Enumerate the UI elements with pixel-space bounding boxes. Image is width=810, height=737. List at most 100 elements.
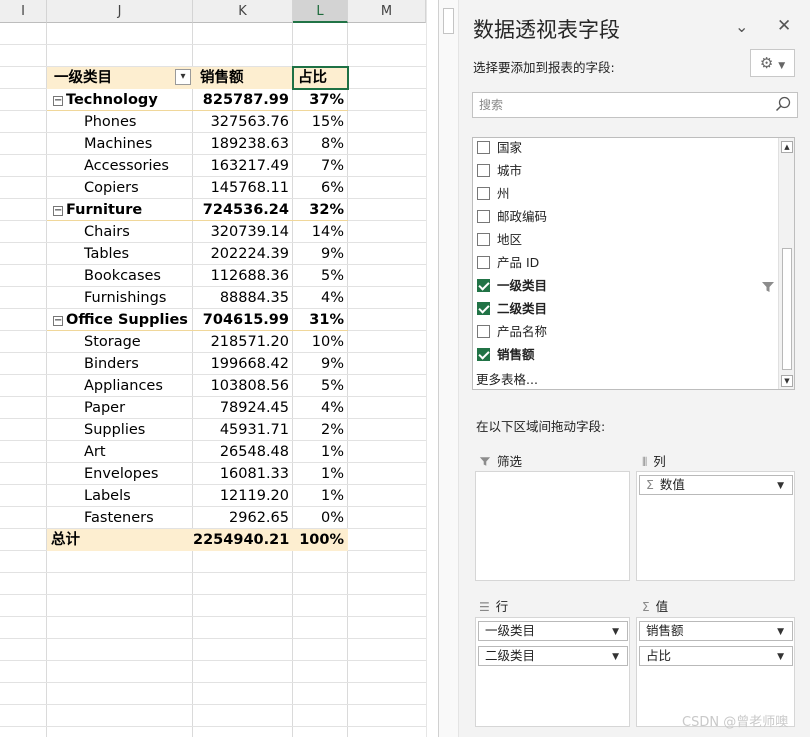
pivot-sales-value[interactable]: 189238.63 xyxy=(193,133,293,155)
pivot-item-label[interactable]: Appliances xyxy=(47,375,193,397)
grand-total-label[interactable]: 总计 xyxy=(47,529,193,551)
field-item[interactable]: 邮政编码 xyxy=(477,207,547,227)
dropdown-arrow-icon[interactable]: ▼ xyxy=(777,477,784,495)
pivot-sales-value[interactable]: 163217.49 xyxy=(193,155,293,177)
pivot-item-label[interactable]: Binders xyxy=(47,353,193,375)
pivot-sales-value[interactable]: 145768.11 xyxy=(193,177,293,199)
field-checkbox[interactable] xyxy=(477,164,490,177)
pivot-share-value[interactable]: 4% xyxy=(293,287,348,309)
pivot-share-value[interactable]: 1% xyxy=(293,485,348,507)
filter-drop-zone[interactable] xyxy=(475,471,630,581)
column-header-j[interactable]: J xyxy=(47,0,193,23)
pivot-share-value[interactable]: 4% xyxy=(293,397,348,419)
pivot-share-value[interactable]: 5% xyxy=(293,265,348,287)
pivot-sales-value[interactable]: 704615.99 xyxy=(193,309,293,331)
field-checkbox[interactable] xyxy=(477,210,490,223)
pivot-header-sales[interactable]: 销售额 xyxy=(193,67,293,89)
collapse-icon[interactable]: − xyxy=(53,316,63,326)
pivot-share-value[interactable]: 5% xyxy=(293,375,348,397)
pivot-share-value[interactable]: 6% xyxy=(293,177,348,199)
collapse-icon[interactable]: − xyxy=(53,96,63,106)
rows-item-level2[interactable]: 二级类目 ▼ xyxy=(478,646,628,666)
rows-item-level1[interactable]: 一级类目 ▼ xyxy=(478,621,628,641)
pivot-sales-value[interactable]: 26548.48 xyxy=(193,441,293,463)
field-item[interactable]: 国家 xyxy=(477,138,522,158)
pivot-share-value[interactable]: 31% xyxy=(293,309,348,331)
columns-drop-zone[interactable]: Σ 数值 ▼ xyxy=(636,471,795,581)
pivot-sales-value[interactable]: 825787.99 xyxy=(193,89,293,111)
column-header-l[interactable]: L xyxy=(293,0,348,23)
pivot-item-label[interactable]: Envelopes xyxy=(47,463,193,485)
field-checkbox[interactable] xyxy=(477,325,490,338)
scroll-up-arrow[interactable]: ▲ xyxy=(781,141,793,153)
field-checkbox[interactable] xyxy=(477,233,490,246)
pivot-item-label[interactable]: Fasteners xyxy=(47,507,193,529)
rows-drop-zone[interactable]: 一级类目 ▼ 二级类目 ▼ xyxy=(475,617,630,727)
pivot-item-label[interactable]: Labels xyxy=(47,485,193,507)
pivot-share-value[interactable]: 1% xyxy=(293,463,348,485)
field-list[interactable]: 国家 城市州邮政编码 地区 产品 ID 一级类目 二级类目 产品名称 销售额 更多表格... … xyxy=(472,137,795,390)
pivot-item-label[interactable]: Bookcases xyxy=(47,265,193,287)
splitter-handle[interactable] xyxy=(443,8,454,34)
close-icon[interactable]: ✕ xyxy=(777,16,791,36)
pivot-sales-value[interactable]: 16081.33 xyxy=(193,463,293,485)
pivot-item-label[interactable]: Machines xyxy=(47,133,193,155)
pivot-sales-value[interactable]: 724536.24 xyxy=(193,199,293,221)
pivot-share-value[interactable]: 8% xyxy=(293,133,348,155)
pivot-item-label[interactable]: Phones xyxy=(47,111,193,133)
pivot-share-value[interactable]: 7% xyxy=(293,155,348,177)
grand-total-sales[interactable]: 2254940.21 xyxy=(193,529,293,551)
pivot-sales-value[interactable]: 218571.20 xyxy=(193,331,293,353)
column-header-k[interactable]: K xyxy=(193,0,293,23)
field-item[interactable]: 产品 ID xyxy=(477,253,539,273)
row-label-filter-button[interactable]: ▾ xyxy=(175,69,191,85)
pivot-sales-value[interactable]: 320739.14 xyxy=(193,221,293,243)
pivot-sales-value[interactable]: 12119.20 xyxy=(193,485,293,507)
values-item-share[interactable]: 占比 ▼ xyxy=(639,646,793,666)
field-item[interactable]: 城市 xyxy=(477,161,522,181)
column-header-i[interactable]: I xyxy=(0,0,47,23)
pivot-sales-value[interactable]: 199668.42 xyxy=(193,353,293,375)
grand-total-share[interactable]: 100% xyxy=(293,529,348,551)
pivot-share-value[interactable]: 0% xyxy=(293,507,348,529)
pivot-item-label[interactable]: Tables xyxy=(47,243,193,265)
field-list-scrollbar[interactable]: ▲ ▼ xyxy=(778,138,794,389)
field-item[interactable]: 销售额 xyxy=(477,345,535,365)
column-header-m[interactable]: M xyxy=(348,0,426,23)
more-tables-link[interactable]: 更多表格... xyxy=(476,369,538,388)
pivot-item-label[interactable]: Storage xyxy=(47,331,193,353)
scroll-thumb[interactable] xyxy=(782,248,792,370)
pivot-sales-value[interactable]: 2962.65 xyxy=(193,507,293,529)
chevron-down-icon[interactable]: ⌄ xyxy=(735,17,748,36)
field-checkbox[interactable] xyxy=(477,187,490,200)
pivot-header-category[interactable]: 一级类目 xyxy=(47,67,193,89)
pivot-share-value[interactable]: 32% xyxy=(293,199,348,221)
field-checkbox[interactable] xyxy=(477,141,490,154)
pivot-item-label[interactable]: Copiers xyxy=(47,177,193,199)
field-checkbox[interactable] xyxy=(477,279,490,292)
field-checkbox[interactable] xyxy=(477,256,490,269)
pivot-item-label[interactable]: Furnishings xyxy=(47,287,193,309)
field-item[interactable]: 地区 xyxy=(477,230,522,250)
field-item[interactable]: 二级类目 xyxy=(477,299,547,319)
dropdown-arrow-icon[interactable]: ▼ xyxy=(777,623,784,641)
pivot-share-value[interactable]: 10% xyxy=(293,331,348,353)
tools-button[interactable]: ⚙ ▼ xyxy=(750,49,795,77)
pivot-group-label[interactable]: − Technology xyxy=(47,89,193,111)
pivot-sales-value[interactable]: 327563.76 xyxy=(193,111,293,133)
pivot-group-label[interactable]: − Office Supplies xyxy=(47,309,193,331)
pivot-item-label[interactable]: Chairs xyxy=(47,221,193,243)
pivot-share-value[interactable]: 37% xyxy=(293,89,348,111)
pivot-share-value[interactable]: 1% xyxy=(293,441,348,463)
pivot-sales-value[interactable]: 45931.71 xyxy=(193,419,293,441)
pivot-sales-value[interactable]: 88884.35 xyxy=(193,287,293,309)
pivot-item-label[interactable]: Supplies xyxy=(47,419,193,441)
pivot-share-value[interactable]: 9% xyxy=(293,243,348,265)
dropdown-arrow-icon[interactable]: ▼ xyxy=(612,648,619,666)
pivot-item-label[interactable]: Art xyxy=(47,441,193,463)
field-search-input[interactable]: 搜索 xyxy=(472,92,798,118)
pivot-share-value[interactable]: 9% xyxy=(293,353,348,375)
pivot-sales-value[interactable]: 112688.36 xyxy=(193,265,293,287)
pivot-item-label[interactable]: Accessories xyxy=(47,155,193,177)
pivot-group-label[interactable]: − Furniture xyxy=(47,199,193,221)
